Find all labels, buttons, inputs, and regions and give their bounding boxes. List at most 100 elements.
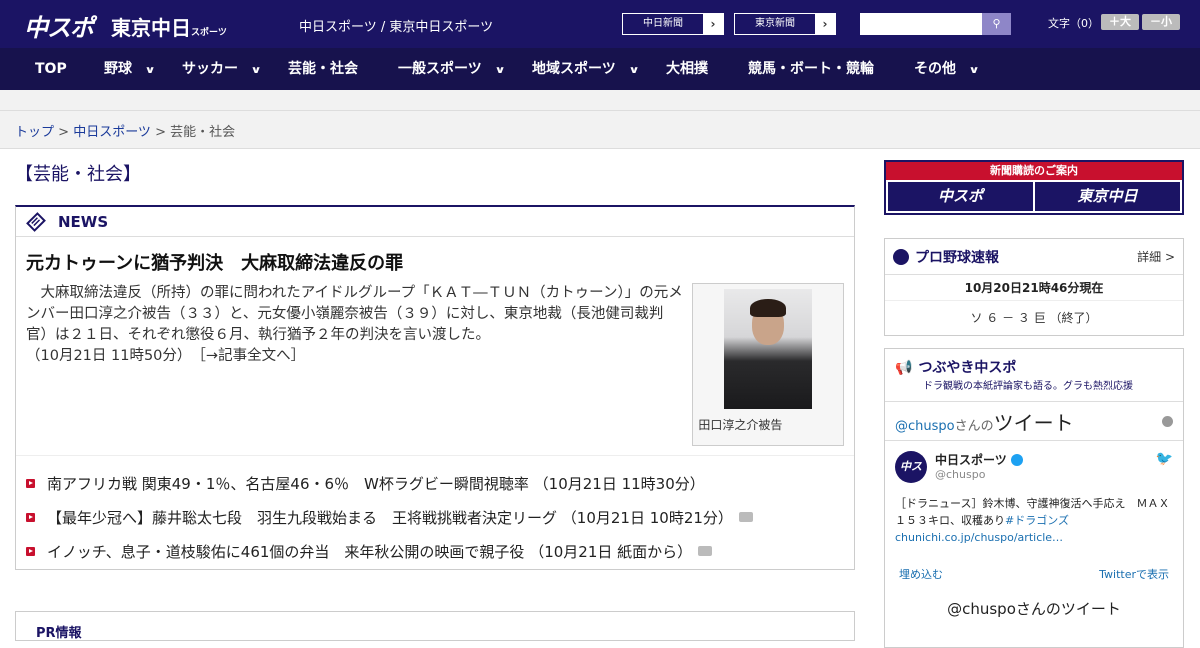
megaphone-icon: 📢 — [895, 360, 913, 376]
tweet-hashtag[interactable]: #ドラゴンズ — [1005, 514, 1069, 527]
nav-label: 芸能・社会 — [288, 61, 358, 77]
spacer-bar — [0, 90, 1200, 111]
nav-item-entertainment[interactable]: 芸能・社会 — [288, 48, 358, 90]
subscribe-tokyo[interactable]: 東京中日 — [1035, 182, 1180, 211]
article-photo[interactable]: 田口淳之介被告 — [692, 283, 844, 446]
article-summary: 大麻取締法違反（所持）の罪に問われたアイドルグループ「ＫＡＴ―ＴＵＮ（カトゥーン… — [16, 283, 854, 456]
tokyo-chunichi-logo-sub: スポーツ — [191, 28, 227, 38]
top-header: 中スポ 東京中日スポーツ 中日スポーツ / 東京中日スポーツ 中日新聞 › 東京… — [0, 0, 1200, 48]
news-link-item[interactable]: 南アフリカ戦 関東49・1％、名古屋46・6％ W杯ラグビー瞬間視聴率 （10月… — [16, 466, 854, 500]
search-icon[interactable]: ⚲ — [982, 13, 1011, 35]
nav-item-sumo[interactable]: 大相撲 — [666, 48, 708, 90]
twitter-bird-icon[interactable]: 🐦 — [1156, 451, 1173, 483]
tweet-text[interactable]: ［ドラニュース］鈴木博、守護神復活へ手応え ＭＡＸ１５３キロ、収穫あり#ドラゴン… — [895, 495, 1173, 546]
breadcrumb-section-link[interactable]: 中日スポーツ — [73, 125, 151, 140]
news-link-item[interactable]: 【最年少冠へ】藤井聡太七段 羽生九段戦始まる 王将戦挑戦者決定リーグ （10月2… — [16, 500, 854, 534]
news-link-list: 南アフリカ戦 関東49・1％、名古屋46・6％ W杯ラグビー瞬間視聴率 （10月… — [16, 456, 854, 568]
pr-label: PR情報 — [36, 626, 82, 641]
main-content: 【芸能・社会】 NEWS 元カトゥーンに猶予判決 大麻取締法違反の罪 大麻取締法… — [15, 150, 855, 570]
chuspo-logo[interactable]: 中スポ — [24, 8, 94, 43]
breadcrumb-current: 芸能・社会 — [170, 125, 236, 140]
subscribe-chuspo[interactable]: 中スポ — [888, 182, 1033, 211]
baseball-title-wrap: プロ野球速報 — [893, 247, 999, 267]
tweet-user[interactable]: 中ス 中日スポーツ @chuspo 🐦 — [895, 451, 1173, 483]
nav-item-racing[interactable]: 競馬・ボート・競輪 — [748, 48, 874, 90]
nav-item-soccer[interactable]: サッカー ∨ — [182, 48, 262, 90]
nav-item-top[interactable]: TOP — [35, 48, 67, 90]
chevron-down-icon: ∨ — [968, 65, 980, 76]
photo-hair — [750, 299, 787, 317]
nav-label: TOP — [35, 61, 67, 77]
chevron-down-icon: ∨ — [494, 65, 506, 76]
news-link-time: （10月21日 紙面から） — [529, 542, 693, 561]
view-on-twitter-link[interactable]: Twitterで表示 — [1099, 566, 1169, 582]
nav-label: 一般スポーツ — [398, 61, 482, 77]
font-increase-button[interactable]: ＋大 — [1101, 14, 1139, 30]
baseball-icon — [893, 248, 909, 265]
nav-label: 野球 — [104, 61, 132, 77]
subscribe-banner[interactable]: 新聞購読のご案内 中スポ 東京中日 — [884, 160, 1184, 215]
tokyo-chunichi-logo-text: 東京中日 — [111, 16, 191, 40]
site-links[interactable]: 中日スポーツ / 東京中日スポーツ — [299, 16, 493, 35]
chevron-down-icon: ∨ — [250, 65, 262, 76]
baseball-header: プロ野球速報 詳細 > — [885, 239, 1183, 275]
baseball-detail-link[interactable]: 詳細 > — [1137, 248, 1175, 265]
chevron-down-icon: ∨ — [144, 65, 156, 76]
chunichi-shimbun-button[interactable]: 中日新聞 › — [622, 13, 724, 35]
search-input[interactable] — [860, 13, 982, 35]
tweet-handle-link[interactable]: @chuspo — [895, 419, 955, 434]
tweet-name-row: 中日スポーツ — [935, 451, 1023, 468]
news-box: NEWS 元カトゥーンに猶予判決 大麻取締法違反の罪 大麻取締法違反（所持）の罪… — [15, 205, 855, 570]
search-box: ⚲ — [860, 13, 1011, 35]
article-headline[interactable]: 元カトゥーンに猶予判決 大麻取締法違反の罪 — [16, 237, 854, 283]
tweet-header: 📢 つぶやき中スポ ドラ観戦の本紙評論家も語る。グラも熱烈応援 — [885, 349, 1183, 401]
nav-label: 地域スポーツ — [532, 61, 616, 77]
baseball-scores: プロ野球速報 詳細 > 10月20日21時46分現在 ソ ６ － ３ 巨 （終了… — [884, 238, 1184, 336]
bullet-icon — [26, 512, 35, 522]
tweet-name: 中日スポーツ — [935, 453, 1007, 467]
news-link-time: （10月21日 10時21分） — [561, 508, 733, 527]
nav-item-local-sports[interactable]: 地域スポーツ ∨ — [532, 48, 640, 90]
news-link-text: 【最年少冠へ】藤井聡太七段 羽生九段戦始まる 王将戦挑戦者決定リーグ — [47, 508, 558, 527]
sidebar: 新聞購読のご案内 中スポ 東京中日 プロ野球速報 詳細 > 10月20日21時4… — [884, 160, 1184, 648]
baseball-title: プロ野球速報 — [915, 249, 999, 266]
tokyo-shimbun-button[interactable]: 東京新聞 › — [734, 13, 836, 35]
breadcrumb-sep: > — [150, 125, 171, 140]
tokyo-shimbun-label: 東京新聞 — [755, 18, 795, 29]
main-nav: TOP 野球 ∨ サッカー ∨ 芸能・社会 一般スポーツ ∨ 地域スポーツ ∨ 大相撲 … — [0, 48, 1200, 90]
chunichi-shimbun-label: 中日新聞 — [643, 18, 683, 29]
photo-caption: 田口淳之介被告 — [698, 418, 783, 432]
tweet-subtitle: ドラ観戦の本紙評論家も語る。グラも熱烈応援 — [923, 381, 1133, 392]
embed-link[interactable]: 埋め込む — [899, 566, 943, 582]
chevron-right-icon: › — [815, 14, 835, 34]
news-link-time: （10月21日 11時30分） — [533, 474, 705, 493]
read-more-link[interactable]: ［→記事全文へ］ — [199, 348, 305, 364]
news-link-item[interactable]: イノッチ、息子・道枝駿佑に461個の弁当 来年秋公開の映画で親子役 （10月21… — [16, 534, 854, 568]
breadcrumb-sep: > — [54, 125, 74, 140]
info-icon[interactable] — [1162, 415, 1173, 427]
baseball-time: 10月20日21時46分現在 — [885, 275, 1183, 301]
nav-item-baseball[interactable]: 野球 ∨ — [104, 48, 156, 90]
breadcrumb-top-link[interactable]: トップ — [15, 125, 54, 140]
nav-item-other[interactable]: その他 ∨ — [914, 48, 980, 90]
tweet-link[interactable]: chunichi.co.jp/chuspo/article… — [895, 531, 1063, 544]
font-decrease-button[interactable]: －小 — [1142, 14, 1180, 30]
newspaper-icon — [26, 211, 46, 232]
nav-item-general-sports[interactable]: 一般スポーツ ∨ — [398, 48, 506, 90]
nav-label: 大相撲 — [666, 61, 708, 77]
tweet-word: ツイート — [993, 410, 1074, 435]
font-size-label: 文字（0） — [1048, 17, 1099, 30]
tweet-username: @chuspo — [935, 468, 986, 481]
article-timestamp: （10月21日 11時50分） — [26, 348, 185, 364]
tweet-body: 中ス 中日スポーツ @chuspo 🐦 ［ドラニュース］鈴木博、守護神復活へ手応… — [885, 441, 1183, 556]
tweet-heading: @chuspoさんのツイート — [895, 407, 1074, 436]
tokyo-chunichi-logo[interactable]: 東京中日スポーツ — [111, 12, 227, 41]
bullet-icon — [26, 546, 35, 556]
chevron-down-icon: ∨ — [628, 65, 640, 76]
bullet-icon — [26, 478, 35, 488]
baseball-score[interactable]: ソ ６ － ３ 巨 （終了） — [885, 301, 1183, 334]
article-body: 大麻取締法違反（所持）の罪に問われたアイドルグループ「ＫＡＴ―ＴＵＮ（カトゥーン… — [26, 283, 684, 455]
tweet-handle-suffix: さんの — [954, 418, 994, 434]
news-link-text: 南アフリカ戦 関東49・1％、名古屋46・6％ W杯ラグビー瞬間視聴率 — [47, 474, 529, 493]
news-header: NEWS — [16, 207, 854, 237]
